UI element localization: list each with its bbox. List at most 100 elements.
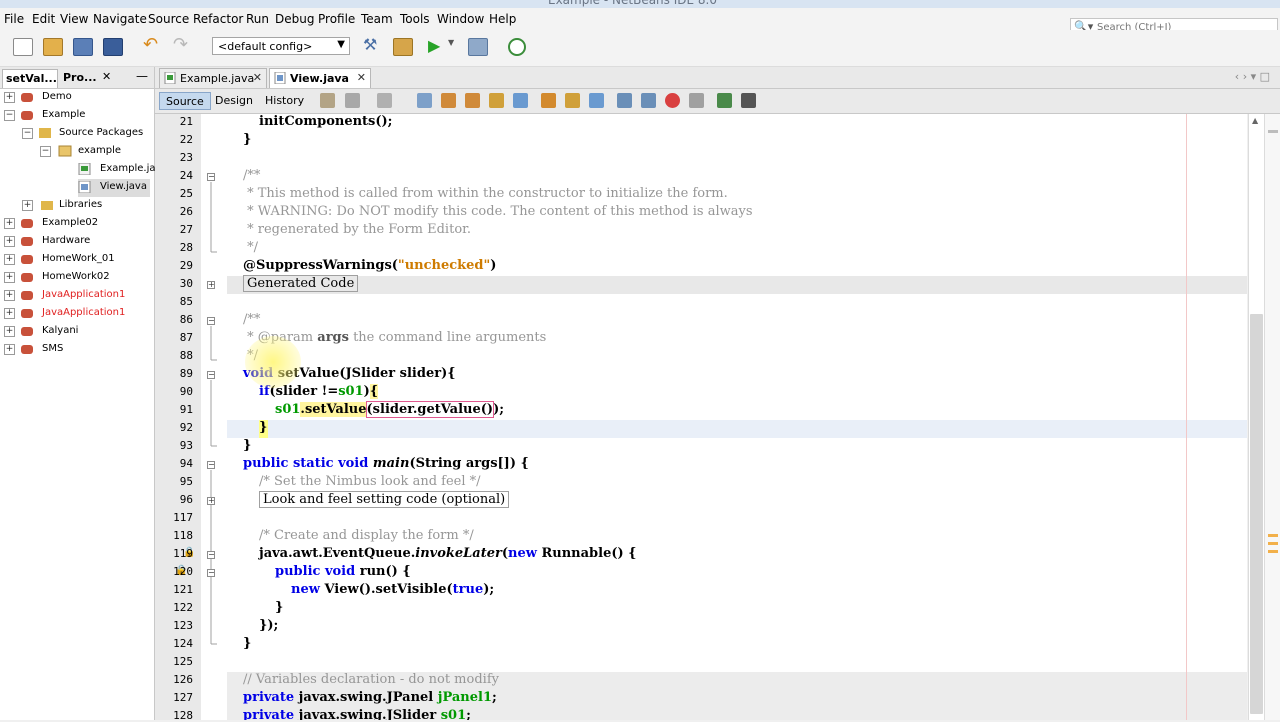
string-literal: "unchecked" xyxy=(397,258,491,273)
collapse-icon[interactable]: − xyxy=(4,110,15,121)
forward-icon[interactable] xyxy=(377,93,392,108)
close-icon[interactable]: ✕ xyxy=(253,71,262,84)
uncomment-icon[interactable] xyxy=(741,93,756,108)
expand-icon[interactable]: + xyxy=(4,290,15,301)
previous-bookmark-icon[interactable] xyxy=(541,93,556,108)
code-line-21: initComponents(); xyxy=(259,114,393,129)
config-select[interactable]: <default config> ▼ xyxy=(212,37,350,55)
stripe-mark[interactable] xyxy=(1268,130,1278,133)
method-name: invokeLater xyxy=(415,546,502,561)
code-line-25: * This method is called from within the … xyxy=(243,186,728,201)
profile-button[interactable] xyxy=(505,36,529,58)
expand-icon[interactable]: + xyxy=(4,272,15,283)
close-icon[interactable]: ✕ xyxy=(357,71,366,84)
toggle-highlight-icon[interactable] xyxy=(489,93,504,108)
minimize-icon[interactable]: — xyxy=(136,69,148,83)
comment-icon[interactable] xyxy=(717,93,732,108)
menu-edit[interactable]: Edit xyxy=(32,12,55,26)
redo-button[interactable]: ↷ xyxy=(170,36,194,58)
menu-source[interactable]: Source xyxy=(148,12,189,26)
menu-profile[interactable]: Profile xyxy=(318,12,355,26)
annotation: @SuppressWarnings( xyxy=(243,258,398,273)
record-macro-icon[interactable] xyxy=(665,93,680,108)
last-edit-icon[interactable] xyxy=(320,93,335,108)
fold-toggle[interactable]: − xyxy=(207,371,215,379)
java-file-icon xyxy=(164,71,176,85)
debug-button[interactable] xyxy=(465,36,489,58)
toggle-bookmark-icon[interactable] xyxy=(589,93,604,108)
find-previous-icon[interactable] xyxy=(441,93,456,108)
code-line-93: } xyxy=(243,438,252,453)
tree-node-view-java[interactable]: View.java xyxy=(78,179,150,197)
menu-file[interactable]: File xyxy=(4,12,24,26)
folded-row-bg xyxy=(227,276,1247,294)
stop-macro-icon[interactable] xyxy=(689,93,704,108)
close-icon[interactable]: ✕ xyxy=(102,70,111,83)
menu-view[interactable]: View xyxy=(60,12,88,26)
expand-icon[interactable]: + xyxy=(4,218,15,229)
fold-toggle[interactable]: − xyxy=(207,551,215,559)
collapse-icon[interactable]: − xyxy=(40,146,51,157)
find-next-icon[interactable] xyxy=(465,93,480,108)
tab-projects[interactable]: Pro... xyxy=(60,69,98,88)
menu-debug[interactable]: Debug xyxy=(275,12,314,26)
history-view-button[interactable]: History xyxy=(259,92,310,110)
line-number: 26 xyxy=(179,205,193,218)
line-number: 124 xyxy=(173,637,193,650)
undo-button[interactable]: ↶ xyxy=(140,36,164,58)
tab-scroll-controls[interactable]: ‹ › ▾ □ xyxy=(1235,70,1270,83)
expand-icon[interactable]: + xyxy=(4,326,15,337)
new-file-button[interactable] xyxy=(10,36,34,58)
warning-mark[interactable] xyxy=(1268,542,1278,545)
line-number: 91 xyxy=(179,403,193,416)
next-bookmark-icon[interactable] xyxy=(565,93,580,108)
build-button[interactable]: ⚒ xyxy=(360,36,384,58)
shift-right-icon[interactable] xyxy=(641,93,656,108)
design-view-button[interactable]: Design xyxy=(209,92,259,110)
method-name: main xyxy=(372,456,410,471)
line-number: 86 xyxy=(179,313,193,326)
fold-toggle[interactable]: + xyxy=(207,281,215,289)
menu-tools[interactable]: Tools xyxy=(400,12,430,26)
expand-icon[interactable]: + xyxy=(4,344,15,355)
menu-navigate[interactable]: Navigate xyxy=(93,12,147,26)
shift-left-icon[interactable] xyxy=(617,93,632,108)
paren: ); xyxy=(493,402,505,417)
vertical-scrollbar[interactable]: ▲ xyxy=(1248,114,1265,720)
warning-mark[interactable] xyxy=(1268,550,1278,553)
folded-look-and-feel[interactable]: Look and feel setting code (optional) xyxy=(259,491,510,508)
scroll-up-icon[interactable]: ▲ xyxy=(1252,116,1258,125)
expand-icon[interactable]: + xyxy=(4,92,15,103)
expand-icon[interactable]: + xyxy=(4,308,15,319)
expand-icon[interactable]: + xyxy=(4,236,15,247)
fold-toggle[interactable]: + xyxy=(207,497,215,505)
menu-refactor[interactable]: Refactor xyxy=(193,12,243,26)
folded-generated-code[interactable]: Generated Code xyxy=(243,275,359,292)
save-all-button[interactable] xyxy=(100,36,124,58)
toggle-rectangular-icon[interactable] xyxy=(513,93,528,108)
new-project-button[interactable] xyxy=(40,36,64,58)
expand-icon[interactable]: + xyxy=(22,200,33,211)
tab-navigator[interactable]: setVal... xyxy=(2,69,58,88)
menu-team[interactable]: Team xyxy=(361,12,393,26)
expand-icon[interactable]: + xyxy=(4,254,15,265)
menu-run[interactable]: Run xyxy=(246,12,269,26)
open-project-button[interactable] xyxy=(70,36,94,58)
find-icon[interactable] xyxy=(417,93,432,108)
tab-view-java[interactable]: View.java ✕ xyxy=(269,68,371,88)
scrollbar-thumb[interactable] xyxy=(1250,314,1263,714)
code-editor[interactable]: initComponents(); } /** * This method is… xyxy=(227,114,1247,720)
clean-build-button[interactable] xyxy=(390,36,414,58)
collapse-icon[interactable]: − xyxy=(22,128,33,139)
tab-example-java[interactable]: Example.java ✕ xyxy=(159,68,267,88)
fold-toggle[interactable]: − xyxy=(207,173,215,181)
code-line-22: } xyxy=(243,132,252,147)
fold-toggle[interactable]: − xyxy=(207,569,215,577)
fold-toggle[interactable]: − xyxy=(207,317,215,325)
menu-window[interactable]: Window xyxy=(437,12,484,26)
warning-mark[interactable] xyxy=(1268,534,1278,537)
source-view-button[interactable]: Source xyxy=(159,92,211,110)
fold-toggle[interactable]: − xyxy=(207,461,215,469)
back-icon[interactable] xyxy=(345,93,360,108)
menu-help[interactable]: Help xyxy=(489,12,516,26)
